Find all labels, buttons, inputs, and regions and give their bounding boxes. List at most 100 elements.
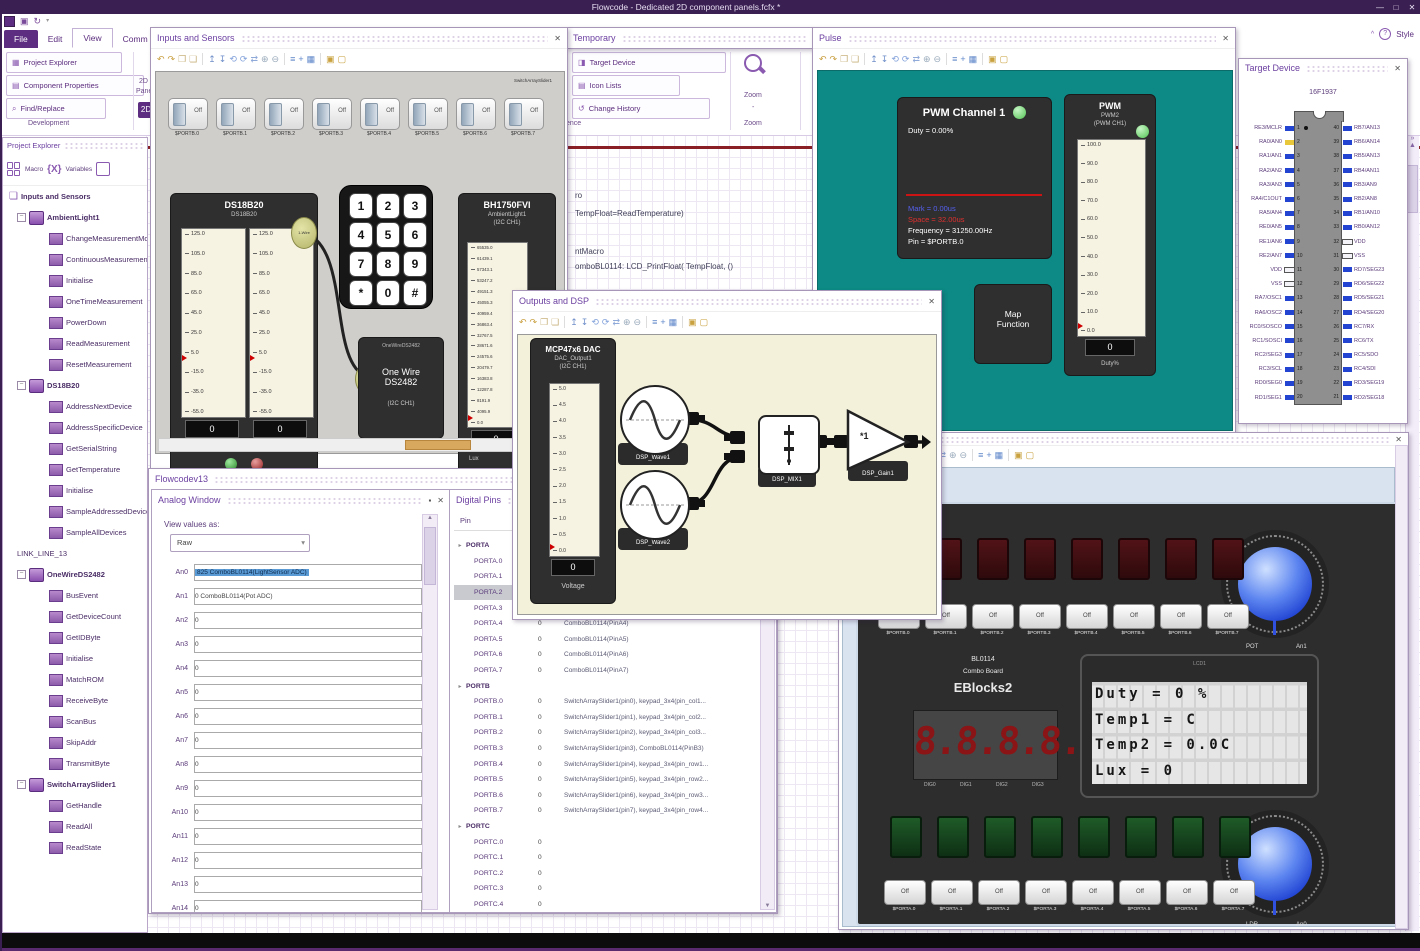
tree-item-readstate[interactable]: ReadState bbox=[3, 837, 147, 858]
keypad-key-5[interactable]: 5 bbox=[376, 222, 400, 248]
zoom-out-icon[interactable]: ⊖ bbox=[934, 53, 942, 65]
analog-field-An0[interactable]: 825 ComboBL0114(LightSensor ADC) bbox=[194, 564, 422, 581]
rotate-left-icon[interactable]: ⟲ bbox=[591, 316, 599, 328]
pin-pad-icon[interactable] bbox=[1284, 380, 1294, 386]
analog-field-An4[interactable]: 0 bbox=[194, 660, 422, 677]
ribbon-toggle-target-device[interactable]: ◨ Target Device bbox=[572, 52, 726, 73]
pin-pad-icon[interactable] bbox=[1342, 310, 1352, 316]
objects-icon[interactable] bbox=[96, 162, 111, 176]
pin-pad-icon[interactable] bbox=[1284, 352, 1294, 358]
scroll-thumb[interactable] bbox=[405, 440, 471, 450]
temporary-window[interactable]: Temporary bbox=[566, 27, 814, 49]
dsp-wave1-component[interactable] bbox=[620, 385, 690, 455]
onewire-component[interactable]: OneWireDS2482 One Wire DS2482 (I2C CH1) bbox=[358, 337, 444, 439]
switch-handle[interactable] bbox=[413, 103, 426, 126]
digital-row-PORTC.3[interactable]: PORTC.3 0 bbox=[454, 881, 758, 897]
tab-view[interactable]: View bbox=[72, 28, 113, 48]
pin-pad-icon[interactable] bbox=[1342, 125, 1352, 131]
pin-pad-icon[interactable] bbox=[1342, 139, 1352, 145]
tree-item-initialise[interactable]: Initialise bbox=[3, 480, 147, 501]
pin-pad-icon[interactable] bbox=[1284, 210, 1294, 216]
save-icon[interactable]: ▣ bbox=[20, 16, 29, 26]
paste-icon[interactable]: ❏ bbox=[551, 316, 559, 328]
close-icon[interactable]: ✕ bbox=[554, 34, 561, 43]
mirror-icon[interactable]: ⇄ bbox=[250, 53, 258, 65]
tree-item-onewireds2482[interactable]: – OneWireDS2482 bbox=[3, 564, 147, 585]
keypad-key-1[interactable]: 1 bbox=[349, 193, 373, 219]
bring-front-icon[interactable]: ↥ bbox=[208, 53, 216, 65]
digital-row-PORTC.1[interactable]: PORTC.1 0 bbox=[454, 850, 758, 866]
digital-row-PORTA.5[interactable]: PORTA.5 0 ComboBL0114(PinA5) bbox=[454, 632, 758, 648]
pin-pad-icon[interactable] bbox=[1284, 366, 1294, 372]
close-icon[interactable]: ✕ bbox=[1222, 34, 1229, 43]
tree-item-getdevicecount[interactable]: GetDeviceCount bbox=[3, 606, 147, 627]
pin-pad-icon[interactable] bbox=[1342, 380, 1352, 386]
bring-front-icon[interactable]: ↥ bbox=[870, 53, 878, 65]
pin-pad-icon[interactable] bbox=[1342, 267, 1352, 273]
inputs-panel-canvas[interactable]: Off $PORTB.0 Off $PORTB.1 Off $PORTB.2 Off $POR… bbox=[155, 71, 565, 481]
close-icon[interactable]: ✕ bbox=[437, 496, 444, 505]
digital-row-PORTB.0[interactable]: PORTB.0 0 SwitchArraySlider1(pin0), keypad… bbox=[454, 694, 758, 710]
variables-icon[interactable]: {X} bbox=[47, 164, 61, 175]
keypad-key-8[interactable]: 8 bbox=[376, 251, 400, 277]
digital-row-PORTB.5[interactable]: PORTB.5 0 SwitchArraySlider1(pin5), keypad… bbox=[454, 772, 758, 788]
switch-handle[interactable] bbox=[509, 103, 522, 126]
map-function-component[interactable]: Map Function bbox=[974, 284, 1052, 364]
keypad-key-3[interactable]: 3 bbox=[403, 193, 427, 219]
lock-icon[interactable]: ▣ bbox=[688, 316, 697, 328]
send-back-icon[interactable]: ↧ bbox=[581, 316, 589, 328]
tree-item-powerdown[interactable]: PowerDown bbox=[3, 312, 147, 333]
tree-item-addressnextdevice[interactable]: AddressNextDevice bbox=[3, 396, 147, 417]
pin-pad-icon[interactable] bbox=[1342, 338, 1352, 344]
scroll-thumb[interactable] bbox=[424, 527, 436, 585]
collapse-ribbon-icon[interactable]: ^ bbox=[1371, 31, 1374, 38]
digital-row-PORTB.6[interactable]: PORTB.6 0 SwitchArraySlider1(pin6), keypad… bbox=[454, 788, 758, 804]
board-button-$PORTA.2[interactable]: Off bbox=[978, 880, 1020, 905]
analog-field-An1[interactable]: 0 ComboBL0114(Pot ADC) bbox=[194, 588, 422, 605]
keypad-component[interactable]: 1 2 3 4 5 6 7 8 9 * 0 # bbox=[339, 185, 433, 309]
lock-icon[interactable]: ▣ bbox=[1014, 449, 1023, 461]
digital-row-PORTC.5[interactable]: PORTC.50 bbox=[454, 912, 758, 913]
2d-panel-label[interactable]: 2D bbox=[139, 78, 148, 85]
port-switch-2[interactable]: Off bbox=[264, 98, 304, 130]
copy-icon[interactable]: ❐ bbox=[178, 53, 186, 65]
pin-pad-icon[interactable] bbox=[1284, 324, 1294, 330]
tree-item-receivebyte[interactable]: ReceiveByte bbox=[3, 690, 147, 711]
switch-handle[interactable] bbox=[365, 103, 378, 126]
switch-handle[interactable] bbox=[317, 103, 330, 126]
board-button-$PORTA.7[interactable]: Off bbox=[1213, 880, 1255, 905]
zoom-text[interactable]: Zoom bbox=[744, 92, 762, 99]
align-icon[interactable]: ≡ bbox=[652, 316, 657, 328]
tree-item-skipaddr[interactable]: SkipAddr bbox=[3, 732, 147, 753]
pin-pad-icon[interactable] bbox=[1284, 153, 1294, 159]
macro-icon[interactable] bbox=[7, 162, 21, 176]
keypad-key-9[interactable]: 9 bbox=[403, 251, 427, 277]
bring-front-icon[interactable]: ↥ bbox=[570, 316, 578, 328]
target-device-window[interactable]: Target Device ✕ 16F1937 RE3/MCLR 1 40 RB7/A… bbox=[1238, 58, 1408, 424]
pin-pad-icon[interactable] bbox=[1342, 352, 1352, 358]
rotate-left-icon[interactable]: ⟲ bbox=[891, 53, 899, 65]
tree-item-transmitbyte[interactable]: TransmitByte bbox=[3, 753, 147, 774]
board-button-$PORTA.3[interactable]: Off bbox=[1025, 880, 1067, 905]
tab-file[interactable]: File bbox=[4, 30, 38, 48]
close-button[interactable]: ✕ bbox=[1404, 3, 1420, 12]
align-icon[interactable]: ≡ bbox=[290, 53, 295, 65]
ribbon-find-replace[interactable]: ⌕ Find/Replace bbox=[6, 98, 106, 119]
analog-field-An5[interactable]: 0 bbox=[194, 684, 422, 701]
switch-handle[interactable] bbox=[173, 103, 186, 126]
app-icon[interactable] bbox=[4, 15, 15, 27]
pin-pad-icon[interactable] bbox=[1342, 210, 1352, 216]
snap-icon[interactable]: + bbox=[960, 53, 965, 65]
port-switch-6[interactable]: Off bbox=[456, 98, 496, 130]
analog-field-An2[interactable]: 0 bbox=[194, 612, 422, 629]
macro-label[interactable]: Macro bbox=[25, 166, 43, 173]
lock-icon[interactable]: ▣ bbox=[326, 53, 335, 65]
pin-pad-icon[interactable] bbox=[1283, 266, 1295, 273]
unlock-icon[interactable]: ▢ bbox=[1000, 53, 1009, 65]
tree-item-addressspecificdevice[interactable]: AddressSpecificDevice bbox=[3, 417, 147, 438]
analog-field-An9[interactable]: 0 bbox=[194, 780, 422, 797]
switch-handle[interactable] bbox=[461, 103, 474, 126]
pin-pad-icon[interactable] bbox=[1284, 239, 1294, 245]
digital-row-PORTC.2[interactable]: PORTC.2 0 bbox=[454, 865, 758, 881]
undo-icon[interactable]: ↶ bbox=[819, 53, 827, 65]
